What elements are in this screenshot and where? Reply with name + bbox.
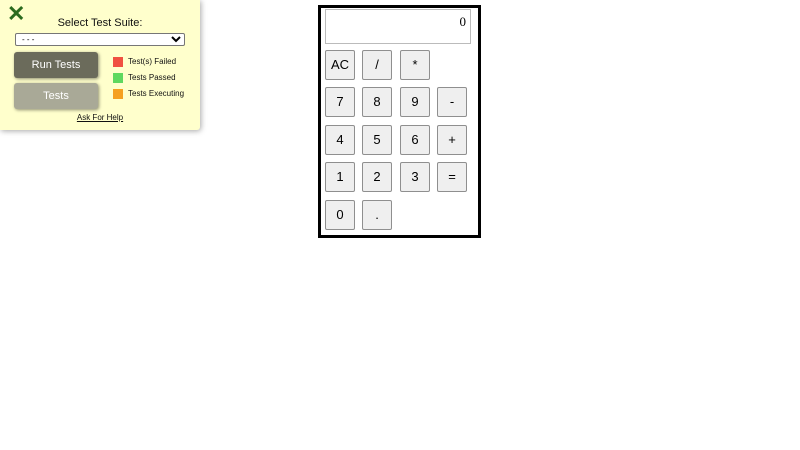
test-runner-panel: ✕ Select Test Suite: - - - Run Tests Tes… [0, 0, 200, 130]
key-5[interactable]: 5 [362, 125, 392, 155]
suite-title: Select Test Suite: [57, 17, 143, 29]
calculator-display: 0 [325, 9, 471, 44]
run-tests-button[interactable]: Run Tests [14, 52, 98, 78]
key-4[interactable]: 4 [325, 125, 355, 155]
calculator: 0 AC / * 7 8 9 - 4 5 6 + 1 2 3 = 0 . [318, 5, 481, 238]
key-6[interactable]: 6 [400, 125, 430, 155]
legend-swatch-passed [113, 73, 123, 83]
key-plus[interactable]: + [437, 125, 467, 155]
key-multiply[interactable]: * [400, 50, 430, 80]
key-3[interactable]: 3 [400, 162, 430, 192]
legend-label-passed: Tests Passed [128, 73, 176, 82]
ask-for-help-link[interactable]: Ask For Help [0, 113, 200, 122]
key-divide[interactable]: / [362, 50, 392, 80]
key-minus[interactable]: - [437, 87, 467, 117]
key-2[interactable]: 2 [362, 162, 392, 192]
legend-swatch-failed [113, 57, 123, 67]
display-value: 0 [459, 14, 467, 29]
key-8[interactable]: 8 [362, 87, 392, 117]
key-7[interactable]: 7 [325, 87, 355, 117]
key-1[interactable]: 1 [325, 162, 355, 192]
test-suite-select[interactable]: - - - [15, 33, 185, 46]
legend-label-executing: Tests Executing [128, 89, 185, 98]
key-0[interactable]: 0 [325, 200, 355, 230]
key-9[interactable]: 9 [400, 87, 430, 117]
key-equals[interactable]: = [437, 162, 467, 192]
key-decimal[interactable]: . [362, 200, 392, 230]
legend-label-failed: Test(s) Failed [128, 57, 177, 66]
tests-button[interactable]: Tests [14, 83, 98, 109]
key-ac[interactable]: AC [325, 50, 355, 80]
legend-swatch-executing [113, 89, 123, 99]
